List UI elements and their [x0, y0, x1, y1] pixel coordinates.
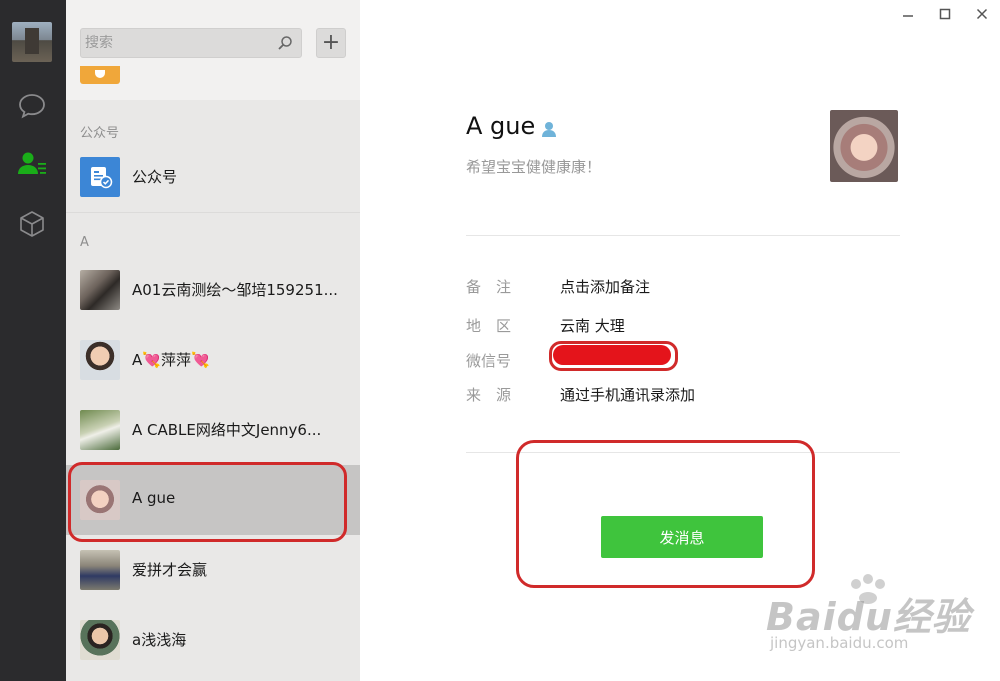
- highlight-selected-contact: [68, 462, 347, 542]
- list-item[interactable]: 爱拼才会赢: [66, 535, 360, 605]
- close-icon: [976, 8, 988, 20]
- baidu-watermark: Baidu经验 jingyan.baidu.com: [766, 574, 996, 660]
- remark-value[interactable]: 点击添加备注: [560, 276, 650, 297]
- contact-avatar: [80, 270, 120, 310]
- nav-rail: [0, 0, 66, 681]
- contact-list-panel: + 公众号 公众号 A A01云南测绘～邹培159251... A💘萍萍💘 A …: [66, 0, 360, 681]
- search-icon[interactable]: [277, 35, 293, 51]
- section-divider: [66, 212, 360, 213]
- search-input[interactable]: [85, 32, 275, 54]
- favorites-cube-icon[interactable]: [16, 208, 48, 240]
- divider: [466, 235, 900, 236]
- list-item[interactable]: A💘萍萍💘: [66, 325, 360, 395]
- source-value: 通过手机通讯录添加: [560, 386, 696, 404]
- search-box[interactable]: [80, 28, 302, 58]
- highlight-wechat-id: [549, 341, 678, 371]
- chat-icon[interactable]: [16, 90, 48, 122]
- section-header-official-accounts: 公众号: [80, 126, 120, 141]
- contacts-icon[interactable]: [16, 148, 48, 180]
- list-item[interactable]: A01云南测绘～邹培159251...: [66, 255, 360, 325]
- contact-name: 爱拼才会赢: [132, 561, 208, 579]
- contact-avatar: [80, 410, 120, 450]
- section-header-a: A: [80, 235, 89, 250]
- minimize-icon: [903, 15, 913, 17]
- contact-name: 公众号: [132, 168, 178, 186]
- maximize-icon: [939, 8, 951, 20]
- partial-list-item-icon: [80, 66, 120, 84]
- user-avatar[interactable]: [12, 22, 52, 62]
- profile-signature: 希望宝宝健健康康！: [466, 158, 602, 176]
- contact-name: a浅浅海: [132, 631, 187, 649]
- highlight-send-button: [516, 440, 815, 588]
- close-button[interactable]: [970, 4, 994, 24]
- contact-name: A01云南测绘～邹培159251...: [132, 281, 338, 299]
- profile-photo[interactable]: [830, 110, 898, 182]
- minimize-button[interactable]: [896, 4, 920, 24]
- remark-label: 备 注: [466, 278, 512, 296]
- watermark-url: jingyan.baidu.com: [770, 634, 909, 652]
- contact-avatar: [80, 340, 120, 380]
- source-label: 来 源: [466, 386, 512, 404]
- region-value: 云南 大理: [560, 317, 625, 335]
- list-item[interactable]: A CABLE网络中文Jenny6...: [66, 395, 360, 465]
- maximize-button[interactable]: [933, 4, 957, 24]
- official-account-icon: [80, 157, 120, 197]
- region-label: 地 区: [466, 317, 512, 335]
- person-icon: [542, 122, 556, 137]
- contact-avatar: [80, 620, 120, 660]
- add-contact-button[interactable]: +: [316, 28, 346, 58]
- contact-avatar: [80, 550, 120, 590]
- contact-name: A💘萍萍💘: [132, 351, 210, 369]
- list-item-official-accounts[interactable]: 公众号: [66, 142, 360, 212]
- contact-name: A CABLE网络中文Jenny6...: [132, 421, 322, 439]
- watermark-brand: Baidu经验: [766, 595, 971, 639]
- profile-name: A gue: [466, 112, 536, 140]
- wechat-id-label: 微信号: [466, 352, 512, 370]
- list-item[interactable]: a浅浅海: [66, 605, 360, 675]
